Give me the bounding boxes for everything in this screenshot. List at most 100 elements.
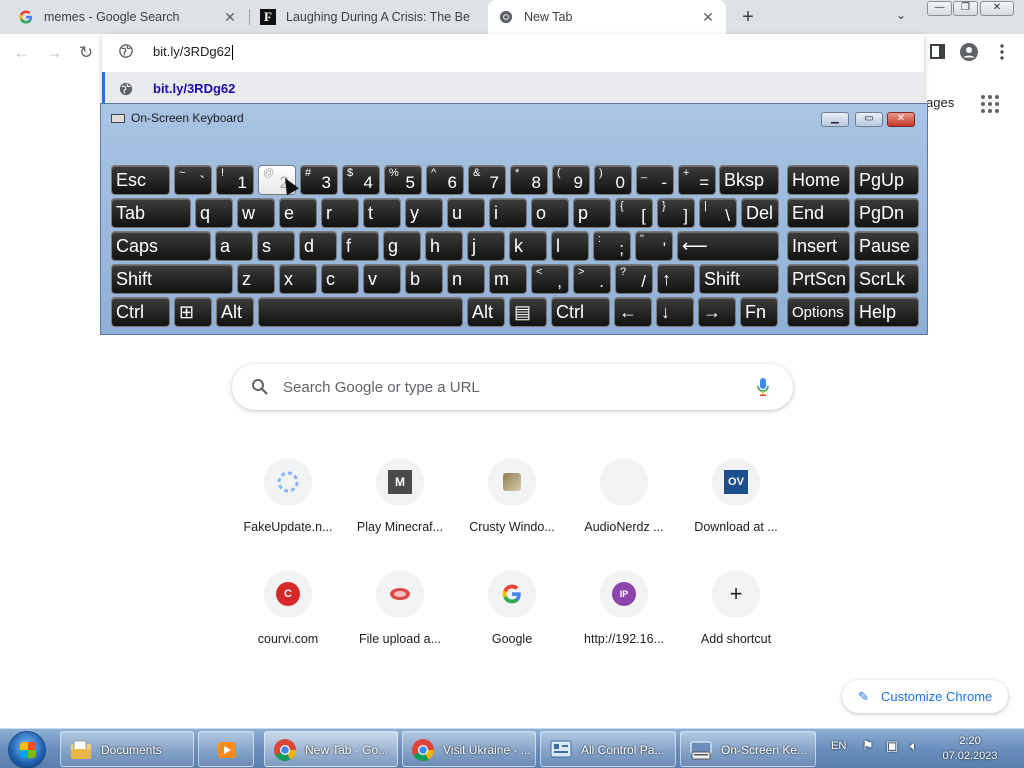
key-space[interactable] [258, 297, 463, 327]
forward-arrow-icon[interactable]: → [44, 43, 64, 63]
key-menu[interactable]: ▤ [509, 297, 547, 327]
key-tab[interactable]: Tab [111, 198, 191, 228]
key-enter[interactable]: ⟵ [677, 231, 779, 261]
key-comma[interactable]: <, [531, 264, 569, 294]
key-prtscn[interactable]: PrtScn [787, 264, 850, 294]
back-arrow-icon[interactable]: ← [12, 43, 32, 63]
key-fn[interactable]: Fn [740, 297, 778, 327]
taskbar-control-panel[interactable]: All Control Pa... [540, 731, 676, 767]
key-period[interactable]: >. [573, 264, 611, 294]
ntp-search-box[interactable]: Search Google or type a URL [232, 364, 793, 410]
key-s[interactable]: s [257, 231, 295, 261]
key-lshift[interactable]: Shift [111, 264, 233, 294]
osk-close-button[interactable]: ✕ [887, 112, 915, 127]
key-j[interactable]: j [467, 231, 505, 261]
key-v[interactable]: v [363, 264, 401, 294]
key-k[interactable]: k [509, 231, 547, 261]
taskbar-chrome-new-tab[interactable]: New Tab - Go... [264, 731, 398, 767]
key-8[interactable]: * 8 [510, 165, 548, 195]
key-i[interactable]: i [489, 198, 527, 228]
key-x[interactable]: x [279, 264, 317, 294]
key-5[interactable]: % 5 [384, 165, 422, 195]
key-rshift[interactable]: Shift [699, 264, 779, 294]
volume-icon[interactable]: 🔈︎ [910, 738, 918, 754]
language-indicator[interactable]: EN [831, 740, 846, 752]
shortcut-tile[interactable]: IP http://192.16... [568, 562, 680, 674]
key-9[interactable]: (9 [552, 165, 590, 195]
add-shortcut-tile[interactable]: + Add shortcut [680, 562, 792, 674]
key-ralt[interactable]: Alt [467, 297, 505, 327]
key-1[interactable]: ! 1 [216, 165, 254, 195]
key-w[interactable]: w [237, 198, 275, 228]
google-apps-icon[interactable] [981, 95, 999, 113]
key-backslash[interactable]: | \ [699, 198, 737, 228]
key-0[interactable]: ) 0 [594, 165, 632, 195]
key-6[interactable]: ^ 6 [426, 165, 464, 195]
key-rctrl[interactable]: Ctrl [551, 297, 610, 327]
key-y[interactable]: y [405, 198, 443, 228]
key-tilde[interactable]: ~ ` [174, 165, 212, 195]
start-button[interactable] [8, 731, 46, 768]
key-n[interactable]: n [447, 264, 485, 294]
key-q[interactable]: q [195, 198, 233, 228]
osk-maximize-button[interactable]: ▭ [855, 112, 883, 127]
reload-icon[interactable]: ↻ [76, 43, 96, 63]
key-options[interactable]: Options [787, 297, 850, 327]
key-right[interactable]: → [698, 297, 736, 327]
key-win[interactable]: ⊞ [174, 297, 212, 327]
key-lalt[interactable]: Alt [216, 297, 254, 327]
key-lbracket[interactable]: {[ [615, 198, 653, 228]
images-link[interactable]: ages [926, 95, 954, 110]
key-z[interactable]: z [237, 264, 275, 294]
key-minus[interactable]: _ - [636, 165, 674, 195]
new-tab-button[interactable]: + [738, 6, 758, 29]
key-f[interactable]: f [341, 231, 379, 261]
key-b[interactable]: b [405, 264, 443, 294]
key-end[interactable]: End [787, 198, 850, 228]
restore-button[interactable]: ❐ [953, 1, 978, 16]
profile-avatar-icon[interactable] [960, 43, 978, 61]
key-caps[interactable]: Caps [111, 231, 211, 261]
taskbar-media-player[interactable] [198, 731, 254, 767]
shortcut-tile[interactable]: AudioNerdz ... [568, 450, 680, 562]
key-insert[interactable]: Insert [787, 231, 850, 261]
network-icon[interactable]: ▣ [886, 738, 898, 754]
osk-minimize-button[interactable]: ▁ [821, 112, 849, 127]
tab-close-icon[interactable]: ✕ [222, 9, 238, 26]
side-panel-icon[interactable] [929, 43, 947, 61]
key-m[interactable]: m [489, 264, 527, 294]
key-semicolon[interactable]: :; [593, 231, 631, 261]
shortcut-tile[interactable]: OV Download at ... [680, 450, 792, 562]
key-c[interactable]: c [321, 264, 359, 294]
key-quote[interactable]: " ' [635, 231, 673, 261]
address-bar-input[interactable]: bit.ly/3RDg62 [153, 44, 234, 61]
microphone-icon[interactable] [756, 377, 770, 397]
shortcut-tile[interactable]: C courvi.com [232, 562, 344, 674]
key-u[interactable]: u [447, 198, 485, 228]
key-3[interactable]: #3 [300, 165, 338, 195]
key-4[interactable]: $4 [342, 165, 380, 195]
menu-kebab-icon[interactable] [993, 43, 1011, 61]
system-clock[interactable]: 2:20 07.02.2023 [938, 734, 1002, 764]
taskbar-chrome-visit-ukraine[interactable]: Visit Ukraine - ... [402, 731, 536, 767]
key-e[interactable]: e [279, 198, 317, 228]
key-7[interactable]: & 7 [468, 165, 506, 195]
close-window-button[interactable]: ✕ [980, 1, 1014, 16]
shortcut-tile[interactable]: Google [456, 562, 568, 674]
key-a[interactable]: a [215, 231, 253, 261]
shortcut-tile[interactable]: File upload a... [344, 562, 456, 674]
taskbar-documents[interactable]: Documents [60, 731, 194, 767]
shortcut-tile[interactable]: Crusty Windo... [456, 450, 568, 562]
key-bksp[interactable]: Bksp [719, 165, 779, 195]
action-center-flag-icon[interactable]: ⚑ [862, 738, 874, 754]
key-rbracket[interactable]: }] [657, 198, 695, 228]
key-scrlk[interactable]: ScrLk [854, 264, 919, 294]
key-d[interactable]: d [299, 231, 337, 261]
tab-new-tab[interactable]: New Tab ✕ [488, 0, 726, 34]
key-home[interactable]: Home [787, 165, 850, 195]
shortcut-tile[interactable]: FakeUpdate.n... [232, 450, 344, 562]
key-left[interactable]: ← [614, 297, 652, 327]
key-t[interactable]: t [363, 198, 401, 228]
customize-chrome-button[interactable]: ✎ Customize Chrome [842, 680, 1008, 713]
tab-close-icon[interactable]: ✕ [700, 9, 716, 26]
